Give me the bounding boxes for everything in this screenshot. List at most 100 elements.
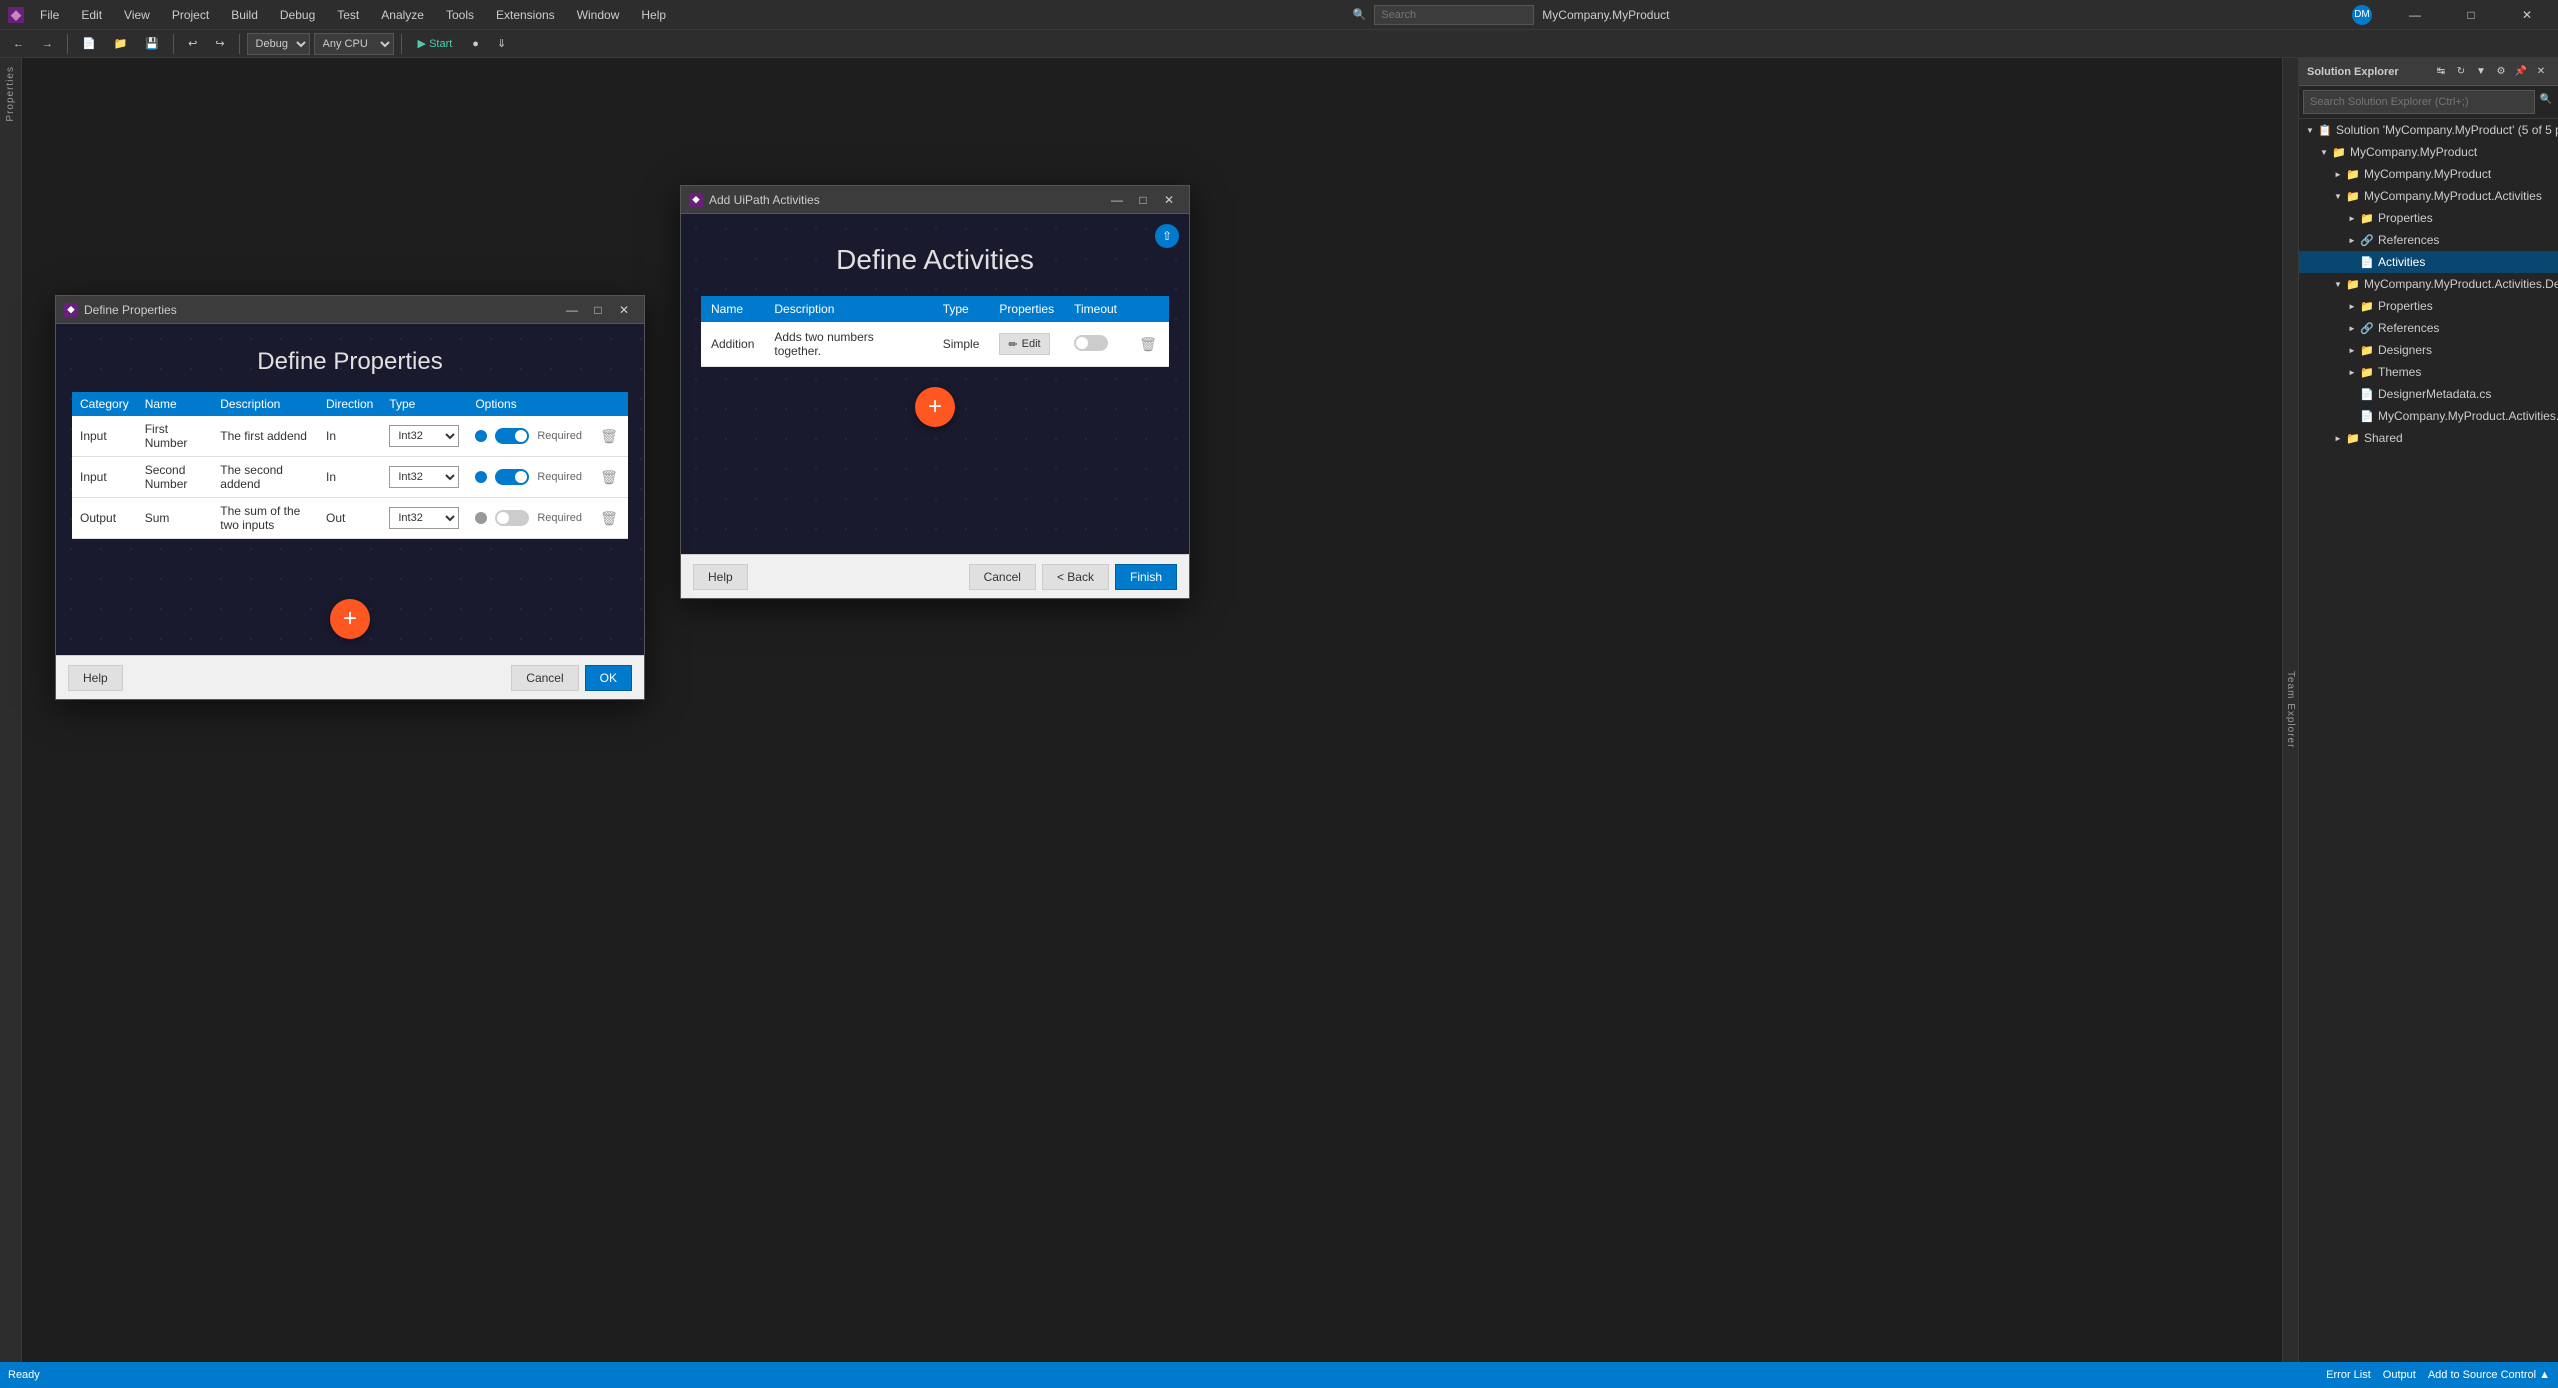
- ok-button-props[interactable]: OK: [585, 665, 632, 691]
- tree-nusp[interactable]: ► 📄 MyCompany.MyProduct.Activities.Desig…: [2299, 405, 2558, 427]
- tree-themes[interactable]: ► 📁 Themes: [2299, 361, 2558, 383]
- cancel-button-add[interactable]: Cancel: [969, 564, 1036, 590]
- se-filter-btn[interactable]: ▼: [2472, 63, 2490, 81]
- menu-tools[interactable]: Tools: [442, 6, 478, 24]
- se-close-se-btn[interactable]: ✕: [2532, 63, 2550, 81]
- main-layout: Properties Team Explorer Solution Explor…: [0, 58, 2558, 1362]
- add-activity-button[interactable]: +: [915, 387, 955, 427]
- label-nusp: MyCompany.MyProduct.Activities.Design.nu…: [2378, 409, 2558, 423]
- tree-designer-metadata[interactable]: ► 📄 DesignerMetadata.cs: [2299, 383, 2558, 405]
- se-pin-btn[interactable]: 📌: [2512, 63, 2530, 81]
- r1-required-toggle[interactable]: [495, 428, 529, 444]
- share-icon[interactable]: ⇧: [1155, 224, 1179, 248]
- error-list-link[interactable]: Error List: [2326, 1369, 2371, 1381]
- dialog-add-uipath-close[interactable]: ✕: [1157, 190, 1181, 210]
- back-button-add[interactable]: < Back: [1042, 564, 1109, 590]
- r1-delete-button[interactable]: 🗑: [598, 425, 620, 447]
- dialog-add-uipath-minimize[interactable]: —: [1105, 190, 1129, 210]
- menu-project[interactable]: Project: [168, 6, 213, 24]
- dialog-define-props-minimize[interactable]: —: [560, 300, 584, 320]
- menu-debug[interactable]: Debug: [276, 6, 319, 24]
- help-button-add[interactable]: Help: [693, 564, 748, 590]
- se-sync-btn[interactable]: ↻: [2452, 63, 2470, 81]
- add-property-button[interactable]: +: [330, 599, 370, 639]
- r3-type-select[interactable]: Int32: [389, 507, 459, 529]
- icon-properties-2: 📁: [2359, 298, 2375, 314]
- undo-button[interactable]: ↩: [181, 33, 204, 55]
- tree-solution-root[interactable]: ▼ 📋 Solution 'MyCompany.MyProduct' (5 of…: [2299, 119, 2558, 141]
- menu-extensions[interactable]: Extensions: [492, 6, 559, 24]
- tree-properties-1[interactable]: ► 📁 Properties: [2299, 207, 2558, 229]
- tree-shared[interactable]: ► 📁 Shared: [2299, 427, 2558, 449]
- main-toolbar: ← → 📄 📁 💾 ↩ ↪ Debug Any CPU ▶ Start ● ⇓: [0, 30, 2558, 58]
- tree-mmp2[interactable]: ► 📁 MyCompany.MyProduct: [2299, 163, 2558, 185]
- timeout-toggle[interactable]: [1074, 335, 1108, 351]
- tree-properties-2[interactable]: ► 📁 Properties: [2299, 295, 2558, 317]
- r2-delete-button[interactable]: 🗑: [598, 466, 620, 488]
- menu-window[interactable]: Window: [573, 6, 624, 24]
- tree-activities-design[interactable]: ▼ 📁 MyCompany.MyProduct.Activities.Desig…: [2299, 273, 2558, 295]
- redo-button[interactable]: ↪: [208, 33, 231, 55]
- source-control-link[interactable]: Add to Source Control ▲: [2428, 1369, 2550, 1381]
- dialog-define-props-close[interactable]: ✕: [612, 300, 636, 320]
- label-references-2: References: [2378, 321, 2439, 335]
- cancel-button-props[interactable]: Cancel: [511, 665, 578, 691]
- tree-activities-proj[interactable]: ▼ 📁 MyCompany.MyProduct.Activities: [2299, 185, 2558, 207]
- se-collapse-btn[interactable]: ↹: [2432, 63, 2450, 81]
- r2-required-toggle[interactable]: [495, 469, 529, 485]
- menu-build[interactable]: Build: [227, 6, 262, 24]
- props-table-body: Input First Number The first addend In I…: [72, 416, 628, 539]
- minimize-button[interactable]: —: [2392, 0, 2438, 30]
- dialog-define-props-title-left: ◆ Define Properties: [64, 303, 177, 317]
- back-button[interactable]: ←: [6, 33, 31, 55]
- tree-activities-file[interactable]: ► 📄 Activities: [2299, 251, 2558, 273]
- team-explorer-strip: Team Explorer: [2282, 58, 2298, 1362]
- search-input[interactable]: [1374, 5, 1534, 25]
- team-explorer-tab[interactable]: Team Explorer: [2285, 671, 2296, 748]
- step-button[interactable]: ⇓: [490, 33, 513, 55]
- title-bar: ◆ File Edit View Project Build Debug Tes…: [0, 0, 2558, 30]
- se-search-icon[interactable]: 🔍: [2537, 90, 2554, 108]
- start-button[interactable]: ▶ Start: [409, 33, 462, 55]
- r3-required-toggle[interactable]: [495, 510, 529, 526]
- col-name: Name: [701, 296, 764, 322]
- menu-view[interactable]: View: [120, 6, 154, 24]
- dialog-add-uipath-win-btns: — □ ✕: [1105, 190, 1181, 210]
- se-settings-btn[interactable]: ⚙: [2492, 63, 2510, 81]
- output-link[interactable]: Output: [2383, 1369, 2416, 1381]
- edit-properties-button[interactable]: ✏ Edit: [999, 333, 1049, 355]
- status-bar: Ready Error List Output Add to Source Co…: [0, 1362, 2558, 1388]
- new-project-button[interactable]: 📄: [75, 33, 103, 55]
- arrow-mmp: ▼: [2317, 145, 2331, 159]
- menu-test[interactable]: Test: [333, 6, 363, 24]
- dialog-add-uipath-maximize[interactable]: □: [1131, 190, 1155, 210]
- r1-type-select[interactable]: Int32: [389, 425, 459, 447]
- menu-file[interactable]: File: [36, 6, 63, 24]
- finish-button-add[interactable]: Finish: [1115, 564, 1177, 590]
- tree-designers[interactable]: ► 📁 Designers: [2299, 339, 2558, 361]
- cpu-select[interactable]: Any CPU: [314, 33, 394, 55]
- forward-button[interactable]: →: [35, 33, 60, 55]
- tree-references-1[interactable]: ► 🔗 References: [2299, 229, 2558, 251]
- delete-row-button[interactable]: 🗑: [1137, 333, 1159, 355]
- se-search-input[interactable]: [2303, 90, 2535, 114]
- r3-category: Output: [72, 498, 137, 539]
- menu-help[interactable]: Help: [637, 6, 670, 24]
- debug-config-select[interactable]: Debug: [247, 33, 310, 55]
- open-button[interactable]: 📁: [107, 33, 135, 55]
- r3-options-cell: Required: [475, 510, 582, 526]
- col-type: Type: [933, 296, 990, 322]
- r3-delete-button[interactable]: 🗑: [598, 507, 620, 529]
- tree-mycompany-myproduct[interactable]: ▼ 📁 MyCompany.MyProduct: [2299, 141, 2558, 163]
- properties-panel-tab[interactable]: Properties: [5, 66, 16, 122]
- dialog-define-props-maximize[interactable]: □: [586, 300, 610, 320]
- menu-edit[interactable]: Edit: [77, 6, 106, 24]
- help-button-props[interactable]: Help: [68, 665, 123, 691]
- maximize-button[interactable]: □: [2448, 0, 2494, 30]
- close-button[interactable]: ✕: [2504, 0, 2550, 30]
- r2-type-select[interactable]: Int32: [389, 466, 459, 488]
- bookmark-button[interactable]: ●: [465, 33, 486, 55]
- save-all-button[interactable]: 💾: [138, 33, 166, 55]
- menu-analyze[interactable]: Analyze: [377, 6, 428, 24]
- tree-references-2[interactable]: ► 🔗 References: [2299, 317, 2558, 339]
